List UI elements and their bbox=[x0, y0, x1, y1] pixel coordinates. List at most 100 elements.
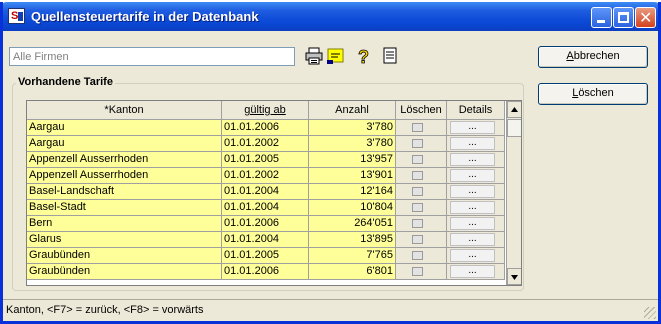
delete-checkbox[interactable] bbox=[412, 203, 423, 212]
details-button[interactable]: ... bbox=[450, 121, 495, 134]
scroll-down-button[interactable] bbox=[507, 268, 521, 285]
cell-gueltig[interactable]: 01.01.2005 bbox=[222, 152, 309, 168]
cell-anzahl[interactable]: 3'780 bbox=[309, 120, 396, 136]
cell-kanton[interactable]: Glarus bbox=[27, 232, 222, 248]
details-button[interactable]: ... bbox=[450, 217, 495, 230]
column-header-kanton[interactable]: *Kanton bbox=[27, 101, 222, 120]
scroll-up-button[interactable] bbox=[507, 101, 521, 118]
delete-checkbox[interactable] bbox=[412, 267, 423, 276]
delete-button[interactable]: Löschen bbox=[538, 83, 648, 105]
cancel-label: bbrechen bbox=[573, 50, 620, 62]
cell-gueltig[interactable]: 01.01.2006 bbox=[222, 264, 309, 280]
table-row[interactable]: Graubünden 01.01.2006 6'801... bbox=[27, 264, 505, 280]
delete-checkbox[interactable] bbox=[412, 155, 423, 164]
column-header-gueltig[interactable]: gültig ab bbox=[222, 101, 309, 120]
cell-details: ... bbox=[447, 184, 505, 200]
cell-kanton[interactable]: Graubünden bbox=[27, 248, 222, 264]
table-row[interactable]: Basel-Landschaft 01.01.2004 12'164... bbox=[27, 184, 505, 200]
delete-checkbox[interactable] bbox=[412, 123, 423, 132]
cell-kanton[interactable]: Appenzell Ausserrhoden bbox=[27, 168, 222, 184]
cell-gueltig[interactable]: 01.01.2004 bbox=[222, 184, 309, 200]
scroll-thumb[interactable] bbox=[507, 119, 521, 137]
details-button[interactable]: ... bbox=[450, 169, 495, 182]
table-row[interactable]: Basel-Stadt 01.01.2004 10'804... bbox=[27, 200, 505, 216]
firm-filter-input[interactable] bbox=[9, 47, 295, 66]
cancel-button[interactable]: Abbrechen bbox=[538, 46, 648, 68]
cell-loeschen bbox=[396, 216, 447, 232]
cell-gueltig[interactable]: 01.01.2004 bbox=[222, 232, 309, 248]
title-bar[interactable]: S Quellensteuertarife in der Datenbank ✕ bbox=[3, 2, 658, 31]
cell-kanton[interactable]: Basel-Stadt bbox=[27, 200, 222, 216]
cell-loeschen bbox=[396, 200, 447, 216]
print-button[interactable] bbox=[303, 45, 325, 67]
cell-anzahl[interactable]: 13'895 bbox=[309, 232, 396, 248]
cell-gueltig[interactable]: 01.01.2005 bbox=[222, 248, 309, 264]
details-button[interactable]: ... bbox=[450, 153, 495, 166]
note-button[interactable] bbox=[325, 45, 347, 67]
cell-loeschen bbox=[396, 184, 447, 200]
cell-gueltig[interactable]: 01.01.2002 bbox=[222, 136, 309, 152]
cell-details: ... bbox=[447, 168, 505, 184]
cell-anzahl[interactable]: 264'051 bbox=[309, 216, 396, 232]
vertical-scrollbar[interactable] bbox=[506, 101, 521, 285]
maximize-icon bbox=[618, 12, 629, 23]
status-text: Kanton, <F7> = zurück, <F8> = vorwärts bbox=[6, 304, 204, 316]
table-row[interactable]: Aargau 01.01.2002 3'780... bbox=[27, 136, 505, 152]
cancel-accel: A bbox=[566, 50, 574, 62]
cell-gueltig[interactable]: 01.01.2006 bbox=[222, 120, 309, 136]
details-button[interactable]: ... bbox=[450, 233, 495, 246]
table-row[interactable]: Graubünden 01.01.2005 7'765... bbox=[27, 248, 505, 264]
cell-kanton[interactable]: Bern bbox=[27, 216, 222, 232]
details-button[interactable]: ... bbox=[450, 201, 495, 214]
arrow-up-icon bbox=[511, 107, 518, 112]
cell-kanton[interactable]: Aargau bbox=[27, 136, 222, 152]
details-button[interactable]: ... bbox=[450, 137, 495, 150]
table-row[interactable]: Glarus 01.01.2004 13'895... bbox=[27, 232, 505, 248]
cell-kanton[interactable]: Graubünden bbox=[27, 264, 222, 280]
details-button[interactable]: ... bbox=[450, 185, 495, 198]
status-bar: Kanton, <F7> = zurück, <F8> = vorwärts bbox=[3, 299, 658, 321]
arrow-down-icon bbox=[511, 275, 518, 280]
table-row[interactable]: Aargau 01.01.2006 3'780... bbox=[27, 120, 505, 136]
cell-kanton[interactable]: Appenzell Ausserrhoden bbox=[27, 152, 222, 168]
cell-anzahl[interactable]: 7'765 bbox=[309, 248, 396, 264]
cell-anzahl[interactable]: 12'164 bbox=[309, 184, 396, 200]
cell-anzahl[interactable]: 13'957 bbox=[309, 152, 396, 168]
details-button[interactable]: ... bbox=[450, 249, 495, 262]
maximize-button[interactable] bbox=[613, 7, 634, 28]
cell-anzahl[interactable]: 3'780 bbox=[309, 136, 396, 152]
cell-gueltig[interactable]: 01.01.2002 bbox=[222, 168, 309, 184]
column-header-loeschen[interactable]: Löschen bbox=[396, 101, 447, 120]
details-button[interactable]: ... bbox=[450, 265, 495, 278]
cell-details: ... bbox=[447, 136, 505, 152]
cell-details: ... bbox=[447, 200, 505, 216]
delete-checkbox[interactable] bbox=[412, 219, 423, 228]
delete-checkbox[interactable] bbox=[412, 187, 423, 196]
delete-checkbox[interactable] bbox=[412, 171, 423, 180]
column-header-anzahl[interactable]: Anzahl bbox=[309, 101, 396, 120]
table-row[interactable]: Bern 01.01.2006 264'051... bbox=[27, 216, 505, 232]
app-icon: S bbox=[8, 8, 25, 24]
cell-anzahl[interactable]: 10'804 bbox=[309, 200, 396, 216]
cell-kanton[interactable]: Aargau bbox=[27, 120, 222, 136]
table-row[interactable]: Appenzell Ausserrhoden 01.01.2002 13'901..… bbox=[27, 168, 505, 184]
help-icon: ? bbox=[358, 47, 370, 68]
help-button[interactable]: ? bbox=[352, 45, 374, 68]
cell-anzahl[interactable]: 13'901 bbox=[309, 168, 396, 184]
delete-checkbox[interactable] bbox=[412, 235, 423, 244]
note-icon bbox=[327, 48, 344, 64]
cell-gueltig[interactable]: 01.01.2006 bbox=[222, 216, 309, 232]
cell-gueltig[interactable]: 01.01.2004 bbox=[222, 200, 309, 216]
delete-checkbox[interactable] bbox=[412, 139, 423, 148]
list-button[interactable] bbox=[379, 45, 401, 67]
resize-grip[interactable] bbox=[644, 307, 656, 319]
cell-kanton[interactable]: Basel-Landschaft bbox=[27, 184, 222, 200]
tariffs-grid[interactable]: *Kanton gültig ab Anzahl Löschen Details… bbox=[26, 100, 522, 286]
column-header-details[interactable]: Details bbox=[447, 101, 505, 120]
cell-anzahl[interactable]: 6'801 bbox=[309, 264, 396, 280]
close-button[interactable]: ✕ bbox=[635, 7, 656, 28]
cell-loeschen bbox=[396, 248, 447, 264]
table-row[interactable]: Appenzell Ausserrhoden 01.01.2005 13'957..… bbox=[27, 152, 505, 168]
delete-checkbox[interactable] bbox=[412, 251, 423, 260]
minimize-button[interactable] bbox=[591, 7, 612, 28]
